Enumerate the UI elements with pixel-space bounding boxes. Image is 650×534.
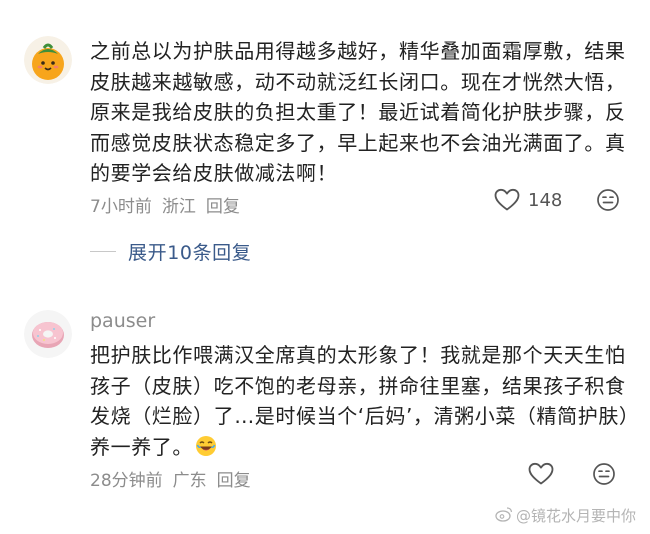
divider-line: [90, 251, 116, 252]
heart-icon: [494, 188, 520, 212]
comment-meta: 7小时前 浙江 回复: [90, 192, 240, 217]
like-count: 148: [528, 189, 563, 211]
comment-time: 28分钟前: [90, 471, 163, 491]
comment-meta: 28分钟前 广东 回复: [90, 466, 251, 491]
like-button[interactable]: 148: [494, 188, 562, 212]
reply-button[interactable]: 回复: [206, 192, 240, 217]
comment-content: 把护肤比作喂满汉全席真的太形象了！我就是那个天天生怕孩子（皮肤）吃不饱的老母亲，…: [90, 340, 630, 465]
weibo-icon: [495, 506, 513, 526]
comment-username[interactable]: pauser: [90, 310, 155, 332]
reply-button[interactable]: 回复: [217, 466, 251, 491]
expand-replies-button[interactable]: 展开10条回复: [90, 238, 251, 265]
comment-time: 7小时前: [90, 197, 152, 217]
emoji-reaction-icon[interactable]: [592, 462, 616, 486]
watermark: @镜花水月要中你: [495, 505, 636, 526]
comment-actions: 148: [494, 188, 620, 212]
heart-icon: [528, 462, 554, 485]
comment-actions: [528, 462, 616, 486]
expand-replies-label: 展开10条回复: [128, 242, 252, 264]
like-button[interactable]: [528, 462, 554, 486]
comment-location: 广东: [172, 471, 207, 491]
comment-content: 之前总以为护肤品用得越多越好，精华叠加面霜厚敷，结果皮肤越来越敏感，动不动就泛红…: [90, 39, 626, 185]
watermark-text: @镜花水月要中你: [515, 507, 636, 525]
comment-location: 浙江: [161, 197, 196, 217]
laughing-emoji-icon: [195, 435, 217, 466]
donut-avatar-icon[interactable]: [24, 310, 72, 358]
comment-text: 把护肤比作喂满汉全席真的太形象了！我就是那个天天生怕孩子（皮肤）吃不饱的老母亲，…: [90, 343, 630, 459]
orange-fruit-avatar-icon[interactable]: [24, 36, 72, 84]
emoji-reaction-icon[interactable]: [596, 188, 620, 212]
